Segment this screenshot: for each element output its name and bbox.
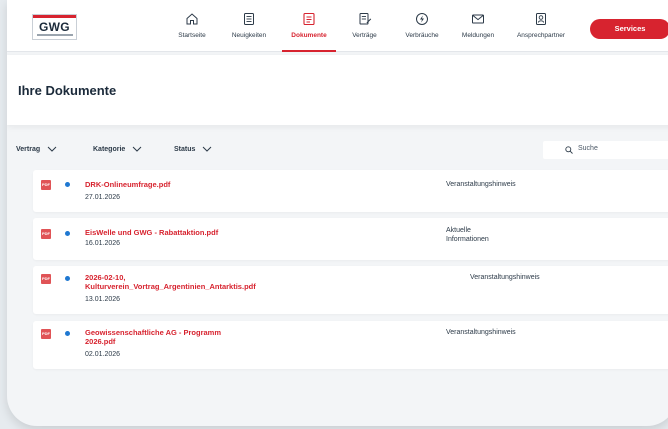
document-row[interactable]: PDF Geowissenschaftliche AG - Programm 2…: [33, 321, 668, 369]
contact-icon: [536, 13, 546, 25]
nav-item-label: Meldungen: [461, 32, 495, 39]
search-input[interactable]: Suche: [543, 141, 668, 159]
document-row[interactable]: PDF 2026-02-10, Kulturverein_Vortrag_Arg…: [33, 266, 668, 314]
nav-item-meldungen[interactable]: Meldungen: [453, 12, 503, 52]
nav-item-label: Ansprechpartner: [516, 32, 566, 39]
chevron-down-icon: [47, 146, 57, 152]
nav-item-label: Neuigkeiten: [231, 32, 267, 39]
filter-label: Vertrag: [16, 146, 41, 153]
document-row[interactable]: PDF DRK-Onlineumfrage.pdf 27.01.2026 Ver…: [33, 170, 668, 212]
gwg-logo[interactable]: GWG: [32, 14, 77, 40]
nav-item-label: Startseite: [178, 32, 206, 39]
active-tab-indicator: [282, 50, 336, 52]
nav-item-dokumente[interactable]: Dokumente: [282, 12, 336, 52]
nav-item-vertraege[interactable]: Verträge: [342, 12, 387, 52]
filter-kategorie[interactable]: Kategorie: [93, 146, 142, 153]
document-title-link[interactable]: EisWelle und GWG - Rabattaktion.pdf: [85, 228, 305, 237]
document-title-link[interactable]: Geowissenschaftliche AG - Programm 2026.…: [85, 328, 235, 346]
services-button[interactable]: Services: [590, 19, 668, 39]
document-category: Veranstaltungshinweis: [470, 274, 540, 281]
logo-accent-bar: [33, 15, 76, 18]
unread-indicator: [65, 231, 70, 236]
energy-icon: [416, 13, 428, 25]
document-category: Veranstaltungshinweis: [446, 181, 516, 188]
nav-item-verbraeuche[interactable]: Verbräuche: [397, 12, 447, 52]
document-icon: [303, 12, 315, 26]
document-title-link[interactable]: DRK-Onlineumfrage.pdf: [85, 180, 305, 189]
document-title-link[interactable]: 2026-02-10, Kulturverein_Vortrag_Argenti…: [85, 273, 270, 291]
pdf-file-icon: PDF: [41, 329, 51, 339]
pdf-file-icon: PDF: [41, 274, 51, 284]
search-icon: [565, 146, 573, 154]
pdf-file-icon: PDF: [41, 229, 51, 239]
document-date: 13.01.2026: [85, 296, 121, 303]
logo-text: GWG: [39, 20, 70, 34]
filter-label: Status: [174, 146, 196, 153]
unread-indicator: [65, 331, 70, 336]
app-frame: GWG Startseite Neuigkeiten Dokumente Ver…: [7, 0, 668, 426]
unread-indicator: [65, 182, 70, 187]
filter-status[interactable]: Status: [174, 146, 212, 153]
nav-item-startseite[interactable]: Startseite: [167, 12, 217, 52]
document-row[interactable]: PDF EisWelle und GWG - Rabattaktion.pdf …: [33, 218, 668, 260]
document-category: Aktuelle Informationen: [446, 227, 489, 243]
home-icon: [186, 13, 198, 25]
mail-icon: [472, 14, 484, 24]
document-date: 02.01.2026: [85, 351, 121, 358]
nav-item-neuigkeiten[interactable]: Neuigkeiten: [224, 12, 274, 52]
filter-label: Kategorie: [93, 146, 126, 153]
chevron-down-icon: [132, 146, 142, 152]
pdf-file-icon: PDF: [41, 180, 51, 190]
nav-item-label: Dokumente: [291, 32, 327, 39]
filter-vertrag[interactable]: Vertrag: [16, 146, 57, 153]
contract-icon: [359, 13, 371, 25]
page-title: Ihre Dokumente: [18, 83, 117, 98]
unread-indicator: [65, 276, 70, 281]
logo-tagline-line: [37, 34, 73, 36]
chevron-down-icon: [203, 146, 212, 152]
news-icon: [244, 13, 254, 25]
document-category: Veranstaltungshinweis: [446, 329, 516, 336]
document-date: 27.01.2026: [85, 194, 121, 201]
nav-item-ansprechpartner[interactable]: Ansprechpartner: [509, 12, 573, 52]
nav-item-label: Verbräuche: [405, 32, 439, 39]
top-navigation: GWG Startseite Neuigkeiten Dokumente Ver…: [7, 0, 668, 52]
page-header: Ihre Dokumente: [7, 55, 668, 125]
nav-item-label: Verträge: [352, 32, 377, 39]
search-placeholder: Suche: [578, 145, 598, 152]
document-date: 16.01.2026: [85, 240, 121, 247]
